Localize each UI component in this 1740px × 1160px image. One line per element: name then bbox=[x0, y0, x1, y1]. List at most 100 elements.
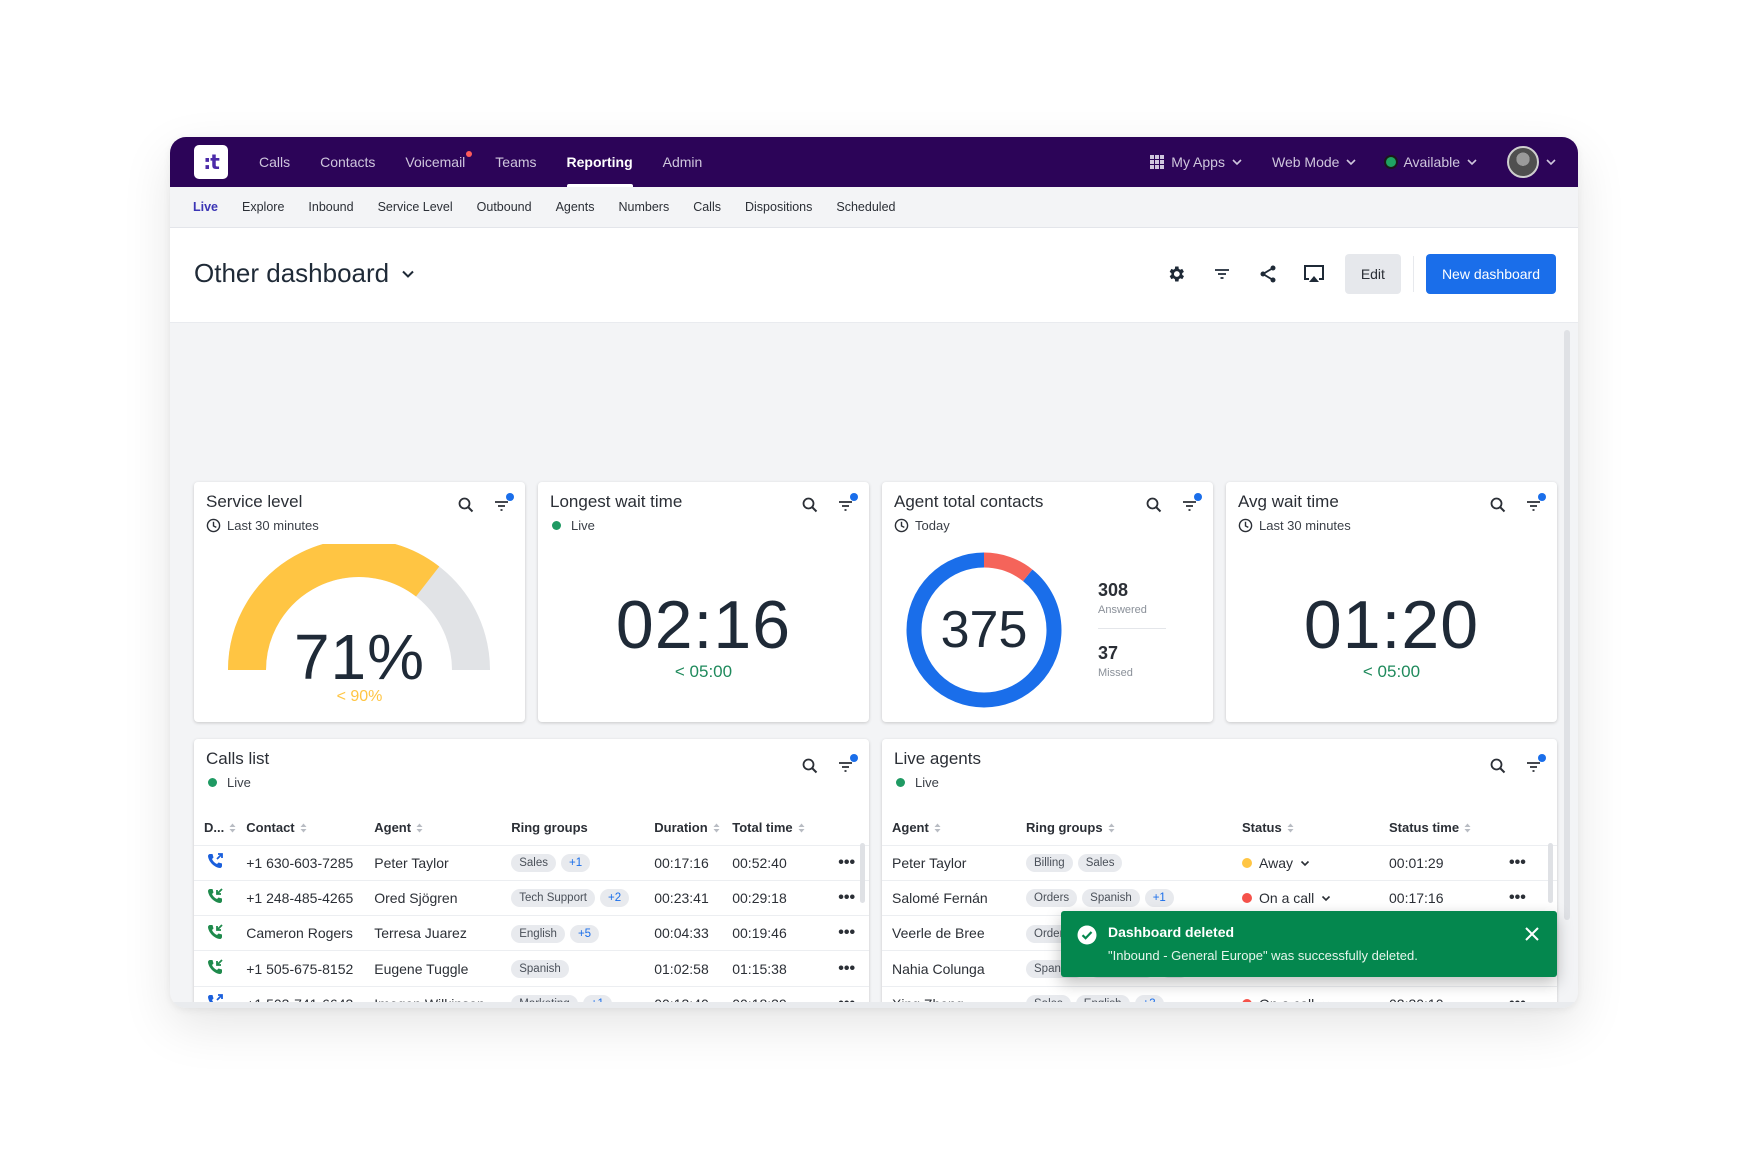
column-header[interactable]: Duration bbox=[644, 811, 722, 845]
column-header[interactable]: Total time bbox=[722, 811, 828, 845]
contact-cell: +1 630-603-7285 bbox=[236, 844, 365, 881]
close-icon[interactable] bbox=[1523, 925, 1541, 943]
toast-notification: Dashboard deleted "Inbound - General Eur… bbox=[1061, 911, 1557, 977]
table-scrollbar[interactable] bbox=[860, 843, 865, 903]
web-mode-label: Web Mode bbox=[1271, 154, 1340, 170]
subnav-tab-live[interactable]: Live bbox=[193, 200, 230, 214]
filter-button[interactable] bbox=[1525, 754, 1546, 775]
column-header-label: Contact bbox=[246, 820, 295, 836]
filter-button[interactable] bbox=[493, 493, 514, 514]
app-logo[interactable]: :t bbox=[194, 145, 228, 179]
period-label: Live bbox=[227, 775, 251, 790]
column-header-label: Status bbox=[1242, 820, 1282, 836]
more-options-icon[interactable]: ••• bbox=[838, 854, 855, 871]
status-dropdown[interactable]: On a call bbox=[1242, 890, 1331, 906]
search-icon[interactable] bbox=[801, 496, 819, 514]
nav-item-contacts[interactable]: Contacts bbox=[305, 137, 390, 187]
more-options-icon[interactable]: ••• bbox=[1509, 889, 1526, 906]
filter-button[interactable] bbox=[1181, 493, 1202, 514]
table-row[interactable]: +1 505-675-8152 Eugene Tuggle Spanish 01:02… bbox=[194, 950, 869, 987]
new-dashboard-button[interactable]: New dashboard bbox=[1425, 254, 1556, 294]
longest-wait-value: 02:16 bbox=[615, 587, 792, 663]
settings-button[interactable] bbox=[1153, 255, 1199, 293]
web-mode-menu[interactable]: Web Mode bbox=[1271, 154, 1357, 170]
nav-item-admin[interactable]: Admin bbox=[648, 137, 718, 187]
duration-cell: 01:02:58 bbox=[644, 950, 723, 987]
agents-table: Agent Ring groups Status Status time Peter … bbox=[882, 811, 1557, 1008]
subnav-tab-scheduled[interactable]: Scheduled bbox=[824, 200, 907, 214]
card-title: Avg wait time bbox=[1238, 492, 1339, 511]
column-header[interactable]: Status bbox=[1232, 811, 1379, 845]
search-icon[interactable] bbox=[1145, 496, 1163, 514]
page-scrollbar[interactable] bbox=[1564, 330, 1570, 920]
filter-button[interactable] bbox=[837, 754, 858, 775]
ring-group-more-chip[interactable]: +5 bbox=[569, 924, 600, 943]
column-header[interactable]: Ring groups bbox=[501, 811, 644, 845]
nav-item-teams[interactable]: Teams bbox=[480, 137, 551, 187]
availability-menu[interactable]: Available bbox=[1386, 154, 1477, 170]
more-options-icon[interactable]: ••• bbox=[838, 924, 855, 941]
subnav-tab-inbound[interactable]: Inbound bbox=[296, 200, 365, 214]
nav-item-label: Teams bbox=[495, 154, 537, 170]
table-row[interactable]: Cameron Rogers Terresa Juarez English +5 00:… bbox=[194, 915, 869, 951]
column-header-label: Agent bbox=[892, 820, 929, 836]
subnav-tab-calls[interactable]: Calls bbox=[681, 200, 733, 214]
duration-cell: 00:17:16 bbox=[644, 844, 723, 881]
status-dot-icon bbox=[1386, 157, 1397, 167]
card-period: Live bbox=[206, 775, 251, 790]
status-dropdown[interactable]: Away bbox=[1242, 855, 1310, 871]
notification-dot-icon bbox=[466, 151, 473, 157]
nav-item-voicemail[interactable]: Voicemail bbox=[390, 137, 480, 187]
outbound-call-icon bbox=[208, 853, 223, 869]
more-options-icon[interactable]: ••• bbox=[838, 889, 855, 906]
legend-divider bbox=[1098, 628, 1166, 629]
column-header[interactable]: Contact bbox=[236, 811, 364, 845]
service-level-threshold: < 90% bbox=[336, 688, 383, 705]
page-title: Other dashboard bbox=[194, 258, 390, 288]
subnav-tab-service-level[interactable]: Service Level bbox=[366, 200, 465, 214]
user-menu[interactable] bbox=[1507, 146, 1556, 178]
ring-group-more-chip[interactable]: +1 bbox=[561, 854, 591, 873]
more-options-icon[interactable]: ••• bbox=[1509, 854, 1526, 871]
column-header[interactable]: Status time bbox=[1379, 811, 1499, 845]
card-period: Today bbox=[894, 518, 950, 533]
column-header[interactable]: Agent bbox=[882, 811, 1016, 845]
search-icon[interactable] bbox=[801, 757, 819, 775]
table-row[interactable]: +1 248-485-4265 Ored Sjögren Tech Support +… bbox=[194, 879, 869, 916]
nav-item-reporting[interactable]: Reporting bbox=[552, 137, 648, 187]
toolbar-divider bbox=[1412, 256, 1414, 292]
ring-group-more-chip[interactable]: +2 bbox=[600, 889, 630, 908]
filter-button[interactable] bbox=[1199, 255, 1245, 293]
filter-button[interactable] bbox=[837, 493, 858, 514]
table-row[interactable]: +1 630-603-7285 Peter Taylor Sales +1 00:17:… bbox=[194, 844, 869, 881]
longest-wait-threshold: < 05:00 bbox=[674, 662, 733, 681]
nav-item-calls[interactable]: Calls bbox=[244, 137, 305, 187]
subnav-tab-agents[interactable]: Agents bbox=[544, 200, 607, 214]
cast-button[interactable] bbox=[1291, 255, 1337, 293]
status-label: Away bbox=[1259, 854, 1293, 871]
dashboard-selector[interactable]: Other dashboard bbox=[194, 258, 415, 289]
duration-cell: 00:04:33 bbox=[644, 915, 723, 951]
search-icon[interactable] bbox=[1489, 757, 1507, 775]
ring-group-more-chip[interactable]: +1 bbox=[1144, 889, 1174, 908]
more-options-icon[interactable]: ••• bbox=[838, 960, 855, 977]
column-header[interactable]: Agent bbox=[364, 811, 501, 845]
search-icon[interactable] bbox=[1489, 496, 1507, 514]
subnav-tab-numbers[interactable]: Numbers bbox=[606, 200, 681, 214]
share-button[interactable] bbox=[1245, 255, 1291, 293]
dashboard-toolbar: Edit New dashboard bbox=[1153, 254, 1556, 294]
table-scrollbar[interactable] bbox=[1548, 843, 1553, 903]
subnav-tab-outbound[interactable]: Outbound bbox=[465, 200, 544, 214]
search-icon[interactable] bbox=[457, 496, 475, 514]
column-header[interactable]: D... bbox=[194, 811, 236, 845]
column-header-label: Total time bbox=[732, 820, 793, 836]
longest-wait-card: Longest wait time Live 02:16 < 05:00 bbox=[538, 482, 869, 722]
filter-button[interactable] bbox=[1525, 493, 1546, 514]
subnav-tab-explore[interactable]: Explore bbox=[230, 200, 296, 214]
edit-button[interactable]: Edit bbox=[1344, 254, 1401, 294]
table-row[interactable]: Peter Taylor Billing Sales Away 00:01:29 ••• bbox=[882, 844, 1557, 881]
column-header[interactable]: Ring groups bbox=[1016, 811, 1232, 845]
app-window: :t Calls Contacts Voicemail Teams Reporting A… bbox=[170, 137, 1578, 1008]
my-apps-menu[interactable]: My Apps bbox=[1150, 154, 1242, 170]
subnav-tab-dispositions[interactable]: Dispositions bbox=[733, 200, 824, 214]
